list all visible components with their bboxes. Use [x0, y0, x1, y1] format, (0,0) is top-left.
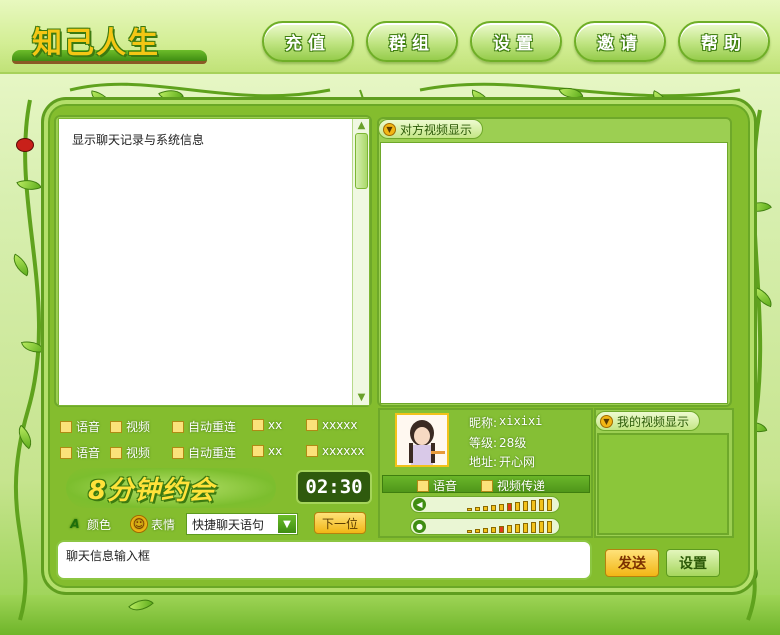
font-color-icon: A — [70, 517, 80, 531]
level-bar — [467, 530, 472, 533]
level-bar — [491, 527, 496, 533]
nav-groups-button[interactable]: 群组 — [366, 21, 458, 62]
chevron-down-icon: ▼ — [383, 122, 396, 136]
mic-level-bars — [467, 521, 557, 533]
nav-help-button[interactable]: 帮助 — [678, 21, 770, 62]
profile-address: 地址: 开心网 — [469, 455, 536, 469]
mic-volume-slider[interactable]: ● — [410, 518, 560, 535]
option-video[interactable]: 视频 — [110, 444, 150, 461]
option-video[interactable]: 视频 — [110, 418, 150, 435]
level-bar — [483, 528, 488, 533]
option-voice[interactable]: 语音 — [417, 477, 457, 494]
avatar[interactable] — [395, 413, 449, 467]
avatar-figure-icon — [397, 415, 447, 465]
option-voice[interactable]: 语音 — [60, 418, 100, 435]
header-bar: 知己人生 充值 群组 设置 邀请 帮助 — [0, 0, 780, 74]
app-logo: 知己人生 — [12, 10, 212, 66]
option-auto-reconnect[interactable]: 自动重连 — [172, 418, 236, 435]
checkbox[interactable] — [481, 479, 493, 492]
level-bar — [475, 507, 480, 511]
option-xx[interactable]: xx — [252, 418, 282, 432]
checkbox[interactable] — [306, 419, 318, 431]
level-bar — [507, 525, 512, 533]
level-bar — [539, 521, 544, 533]
send-button[interactable]: 发送 — [605, 549, 659, 577]
checkbox[interactable] — [252, 419, 264, 431]
nav-recharge-button[interactable]: 充值 — [262, 21, 354, 62]
scroll-thumb[interactable] — [355, 133, 368, 189]
my-video-screen — [597, 433, 729, 535]
chat-log-placeholder: 显示聊天记录与系统信息 — [72, 133, 205, 147]
options-row-2: 语音 视频 自动重连 xx xxxxxx — [58, 442, 372, 462]
level-bar — [515, 524, 520, 533]
profile-options: 语音 视频传递 — [382, 475, 590, 493]
chat-toolbar: A 颜色 ☺ 表情 快捷聊天语句 ▼ 下一位 — [58, 512, 372, 536]
level-bar — [523, 523, 528, 533]
profile-level: 等级: 28级 — [469, 436, 527, 450]
my-video-tag[interactable]: ▼ 我的视频显示 — [595, 411, 701, 431]
options-row-1: 语音 视频 自动重连 xx xxxxx — [58, 416, 372, 436]
checkbox[interactable] — [252, 445, 264, 457]
level-bar — [499, 526, 504, 533]
checkbox[interactable] — [306, 445, 318, 457]
dating-banner: 8分钟约会 — [66, 468, 276, 508]
quick-phrase-select[interactable]: 快捷聊天语句 ▼ — [186, 513, 298, 535]
option-xxxxx[interactable]: xxxxx — [306, 418, 358, 432]
level-bar — [483, 506, 488, 511]
level-bar — [547, 521, 552, 533]
smiley-icon: ☺ — [130, 515, 148, 533]
level-bar — [507, 503, 512, 511]
level-bar — [539, 499, 544, 511]
color-button[interactable]: A 颜色 — [66, 514, 111, 534]
chat-log[interactable]: 显示聊天记录与系统信息 ▲ ▼ — [58, 118, 370, 406]
chat-scrollbar[interactable]: ▲ ▼ — [352, 119, 369, 405]
option-auto-reconnect[interactable]: 自动重连 — [172, 444, 236, 461]
option-voice[interactable]: 语音 — [60, 444, 100, 461]
partner-video-screen — [380, 142, 728, 404]
option-video-transfer[interactable]: 视频传递 — [481, 477, 545, 494]
option-xxxxxx[interactable]: xxxxxx — [306, 444, 365, 458]
chevron-down-icon[interactable]: ▼ — [278, 515, 296, 533]
next-partner-button[interactable]: 下一位 — [314, 512, 366, 534]
checkbox[interactable] — [172, 446, 184, 459]
speaker-volume-slider[interactable]: ◀ — [410, 496, 560, 513]
checkbox[interactable] — [172, 420, 184, 433]
level-bar — [467, 508, 472, 511]
checkbox[interactable] — [60, 420, 72, 433]
level-bar — [475, 529, 480, 533]
checkbox[interactable] — [110, 446, 122, 459]
level-bar — [547, 499, 552, 511]
checkbox[interactable] — [60, 446, 72, 459]
microphone-icon: ● — [413, 520, 426, 533]
level-bar — [523, 501, 528, 511]
speaker-icon: ◀ — [413, 498, 426, 511]
nav-settings-button[interactable]: 设置 — [470, 21, 562, 62]
countdown-timer: 02:30 — [296, 470, 372, 504]
option-xx[interactable]: xx — [252, 444, 282, 458]
level-bar — [499, 504, 504, 511]
logo-text: 知己人生 — [32, 26, 160, 61]
profile-nickname: 昵称: xixixi — [469, 414, 543, 430]
scroll-down-icon[interactable]: ▼ — [355, 392, 368, 404]
level-bar — [491, 505, 496, 511]
partner-video-tag[interactable]: ▼ 对方视频显示 — [378, 119, 484, 139]
nav-invite-button[interactable]: 邀请 — [574, 21, 666, 62]
emotion-button[interactable]: ☺ 表情 — [130, 514, 175, 534]
level-bar — [531, 522, 536, 533]
speaker-level-bars — [467, 499, 557, 511]
chat-input[interactable]: 聊天信息输入框 — [56, 540, 592, 580]
banner-title: 8分钟约会 — [88, 476, 216, 506]
level-bar — [515, 502, 520, 511]
scroll-up-icon[interactable]: ▲ — [355, 120, 368, 132]
chevron-down-icon: ▼ — [600, 414, 613, 428]
level-bar — [531, 500, 536, 511]
chat-settings-button[interactable]: 设置 — [666, 549, 720, 577]
checkbox[interactable] — [110, 420, 122, 433]
ladybug-icon — [16, 138, 34, 152]
checkbox[interactable] — [417, 479, 429, 492]
